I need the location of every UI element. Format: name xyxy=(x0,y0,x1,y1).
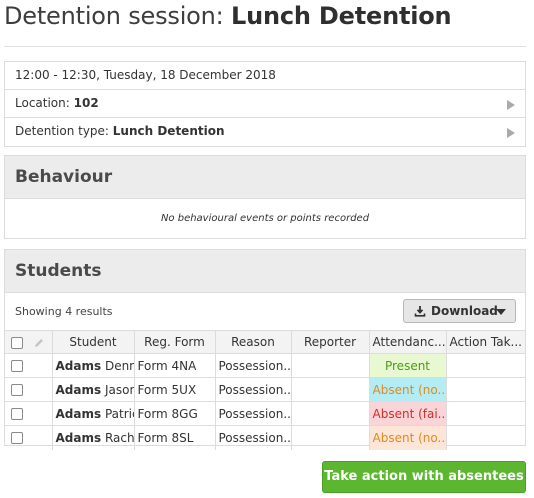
caret-down-icon xyxy=(496,309,506,315)
action-taken-cell[interactable] xyxy=(445,401,525,426)
student-forename: Rache xyxy=(104,430,134,445)
students-heading: Students xyxy=(5,250,525,293)
chevron-right-icon[interactable] xyxy=(507,100,515,110)
behaviour-heading: Behaviour xyxy=(5,156,525,199)
student-surname: Adams xyxy=(55,358,102,373)
column-header-attendance[interactable]: Attendanc... xyxy=(368,330,447,354)
session-info-box: 12:00 - 12:30, Tuesday, 18 December 2018… xyxy=(4,61,526,147)
students-table: Student Reg. Form Reason Reporter Attend… xyxy=(5,330,525,450)
action-taken-cell[interactable] xyxy=(445,425,525,450)
student-surname: Adams xyxy=(55,406,102,421)
location-label: Location: xyxy=(15,96,74,110)
select-all-header xyxy=(5,330,53,354)
reg-form-cell: Form 8SL xyxy=(133,425,216,450)
students-panel: Students Showing 4 results Download Stud… xyxy=(4,249,526,450)
row-checkbox[interactable] xyxy=(11,408,23,420)
action-taken-cell[interactable] xyxy=(445,353,525,378)
detention-type-value: Lunch Detention xyxy=(112,124,225,138)
reporter-cell xyxy=(290,401,370,426)
attendance-cell[interactable]: Absent (no... xyxy=(368,377,447,402)
table-header-row: Student Reg. Form Reason Reporter Attend… xyxy=(5,330,525,354)
attendance-cell[interactable]: Absent (fai... xyxy=(368,401,447,426)
column-header-action-taken[interactable]: Action Tak... xyxy=(445,330,525,354)
row-select-cell xyxy=(5,353,53,378)
row-select-cell xyxy=(5,425,53,450)
reg-form-cell: Form 5UX xyxy=(133,377,216,402)
reg-form-cell: Form 4NA xyxy=(133,353,216,378)
student-name-cell[interactable]: Adams Denni xyxy=(51,353,135,378)
student-surname: Adams xyxy=(55,430,102,445)
column-header-reg-form[interactable]: Reg. Form xyxy=(133,330,216,354)
column-header-student[interactable]: Student xyxy=(51,330,135,354)
student-name-cell[interactable]: Adams Patric xyxy=(51,401,135,426)
page-title-prefix: Detention session: xyxy=(4,2,231,30)
student-surname: Adams xyxy=(55,382,102,397)
students-toolbar: Showing 4 results Download xyxy=(5,293,525,330)
results-count: Showing 4 results xyxy=(15,305,113,318)
table-row[interactable]: Adams Jason Form 5UX Possession... Absen… xyxy=(5,377,525,402)
student-forename: Jason xyxy=(104,382,134,397)
row-checkbox[interactable] xyxy=(11,384,23,396)
attendance-cell[interactable]: Absent (no... xyxy=(368,425,447,450)
title-divider xyxy=(4,46,526,47)
table-row[interactable]: Adams Patric Form 8GG Possession... Abse… xyxy=(5,401,525,426)
detention-type-label: Detention type: xyxy=(15,124,113,138)
student-name-cell[interactable]: Adams Rache xyxy=(51,425,135,450)
session-datetime-row: 12:00 - 12:30, Tuesday, 18 December 2018 xyxy=(5,62,525,90)
row-checkbox[interactable] xyxy=(11,432,23,445)
row-checkbox[interactable] xyxy=(11,360,23,372)
session-type-row[interactable]: Detention type: Lunch Detention xyxy=(5,118,525,146)
student-name-cell[interactable]: Adams Jason xyxy=(51,377,135,402)
row-select-cell xyxy=(5,377,53,402)
student-forename: Denni xyxy=(104,358,133,373)
download-icon xyxy=(414,306,426,317)
select-all-checkbox[interactable] xyxy=(11,336,23,349)
chevron-right-icon[interactable] xyxy=(507,128,515,138)
row-select-cell xyxy=(5,401,53,426)
table-row[interactable]: Adams Rache Form 8SL Possession... Absen… xyxy=(5,425,525,450)
download-label: Download xyxy=(431,304,498,318)
take-action-with-absentees-button[interactable]: Take action with absentees xyxy=(322,461,526,493)
column-header-reason[interactable]: Reason xyxy=(214,330,292,354)
reason-cell: Possession... xyxy=(214,401,292,426)
action-taken-cell[interactable] xyxy=(445,377,525,402)
column-header-reporter[interactable]: Reporter xyxy=(290,330,370,354)
table-row[interactable]: Adams Denni Form 4NA Possession... Prese… xyxy=(5,353,525,378)
reason-cell: Possession... xyxy=(214,353,292,378)
reporter-cell xyxy=(290,353,370,378)
behaviour-empty-message: No behavioural events or points recorded xyxy=(160,213,370,224)
page-title: Detention session: Lunch Detention xyxy=(4,2,452,30)
session-location-row[interactable]: Location: 102 xyxy=(5,90,525,118)
session-datetime: 12:00 - 12:30, Tuesday, 18 December 2018 xyxy=(15,68,276,82)
reason-cell: Possession... xyxy=(214,425,292,450)
reporter-cell xyxy=(290,425,370,450)
page-title-session-name: Lunch Detention xyxy=(231,2,452,30)
attendance-cell[interactable]: Present xyxy=(368,353,447,378)
student-forename: Patric xyxy=(104,406,133,421)
reason-cell: Possession... xyxy=(214,377,292,402)
reporter-cell xyxy=(290,377,370,402)
reg-form-cell: Form 8GG xyxy=(133,401,216,426)
location-value: 102 xyxy=(73,96,99,110)
download-button[interactable]: Download xyxy=(403,299,516,323)
behaviour-panel: Behaviour No behavioural events or point… xyxy=(4,155,526,239)
pencil-icon[interactable] xyxy=(33,337,45,349)
